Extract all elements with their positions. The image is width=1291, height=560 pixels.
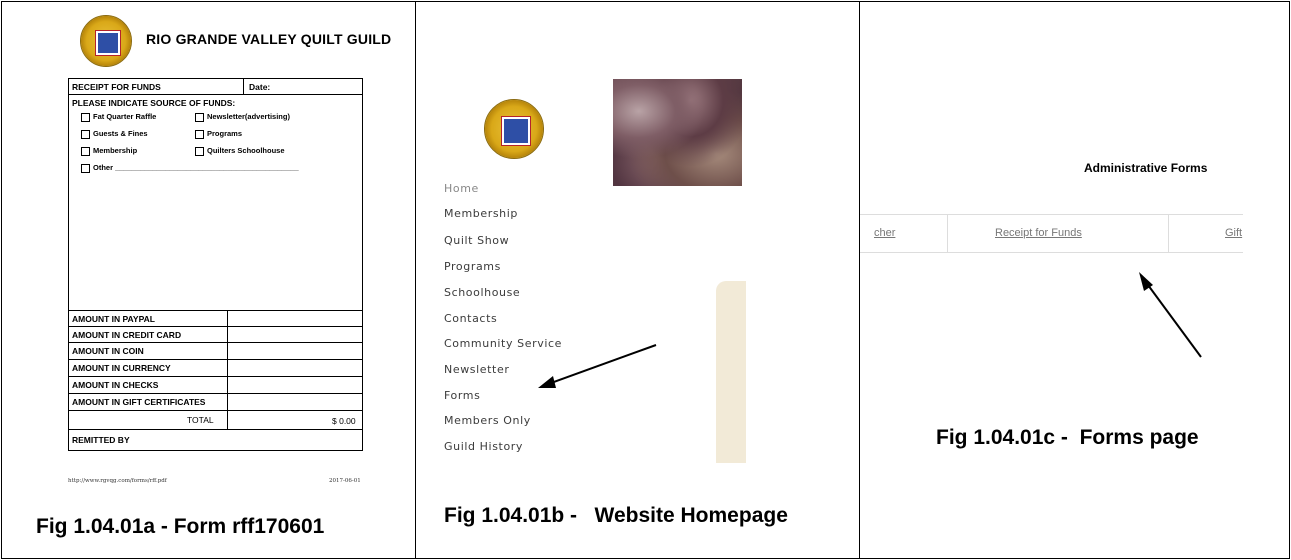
caption-fig-c: Fig 1.04.01c - Forms page bbox=[936, 426, 1199, 449]
amount-row: AMOUNT IN CHECKS bbox=[69, 376, 362, 393]
checkbox-fat-quarter[interactable]: Fat Quarter Raffle bbox=[81, 112, 156, 122]
source-section: PLEASE INDICATE SOURCE OF FUNDS: Fat Qua… bbox=[69, 94, 362, 310]
guild-title: RIO GRANDE VALLEY QUILT GUILD bbox=[146, 31, 392, 47]
checkbox-label: Fat Quarter Raffle bbox=[93, 112, 157, 121]
amount-label: AMOUNT IN GIFT CERTIFICATES bbox=[72, 397, 206, 407]
caption-fig-b: Fig 1.04.01b - Website Homepage bbox=[444, 504, 788, 527]
remitted-row: REMITTED BY bbox=[69, 429, 362, 451]
arrow-to-receipt-tab bbox=[1139, 272, 1202, 358]
source-label: PLEASE INDICATE SOURCE OF FUNDS: bbox=[72, 98, 236, 108]
receipt-form-panel: RIO GRANDE VALLEY QUILT GUILD RECEIPT FO… bbox=[2, 2, 415, 558]
checkbox-label: Guests & Fines bbox=[93, 129, 148, 138]
checkbox-newsletter[interactable]: Newsletter(advertising) bbox=[195, 112, 290, 122]
checkbox-other[interactable]: Other __________________________________… bbox=[81, 163, 299, 173]
amount-label: AMOUNT IN CREDIT CARD bbox=[72, 330, 182, 340]
date-label: Date: bbox=[249, 82, 271, 92]
amount-row: AMOUNT IN GIFT CERTIFICATES bbox=[69, 393, 362, 410]
total-label: TOTAL bbox=[187, 415, 214, 425]
checkbox-guests-fines[interactable]: Guests & Fines bbox=[81, 129, 148, 139]
amount-label: AMOUNT IN PAYPAL bbox=[72, 314, 155, 324]
homepage-panel: Home Membership Quilt Show Programs Scho… bbox=[416, 2, 859, 558]
arrow-to-forms bbox=[538, 344, 657, 388]
receipt-label: RECEIPT FOR FUNDS bbox=[72, 82, 161, 92]
caption-fig-a: Fig 1.04.01a - Form rff170601 bbox=[36, 515, 325, 538]
checkbox-label: Newsletter(advertising) bbox=[207, 112, 290, 121]
amount-row: AMOUNT IN CURRENCY bbox=[69, 359, 362, 376]
form-footer-url: http://www.rgvqg.com/forms/rff.pdf bbox=[68, 478, 167, 484]
amount-label: AMOUNT IN CURRENCY bbox=[72, 363, 171, 373]
checkbox-label: Membership bbox=[93, 146, 138, 155]
checkbox-label: Quilters Schoolhouse bbox=[207, 146, 285, 155]
checkbox-membership[interactable]: Membership bbox=[81, 146, 137, 156]
amount-row: AMOUNT IN PAYPAL bbox=[69, 310, 362, 326]
checkbox-label: Other __________________________________… bbox=[93, 163, 299, 172]
amount-row: AMOUNT IN CREDIT CARD bbox=[69, 326, 362, 342]
checkbox-schoolhouse[interactable]: Quilters Schoolhouse bbox=[195, 146, 285, 156]
amount-row: AMOUNT IN COIN bbox=[69, 342, 362, 359]
checkbox-programs[interactable]: Programs bbox=[195, 129, 242, 139]
amount-label: AMOUNT IN CHECKS bbox=[72, 380, 159, 390]
forms-page-panel: Administrative Forms cher Receipt for Fu… bbox=[860, 2, 1290, 558]
receipt-form: RECEIPT FOR FUNDS Date: PLEASE INDICATE … bbox=[68, 78, 363, 451]
total-value: $ 0.00 bbox=[332, 416, 356, 426]
amount-label: AMOUNT IN COIN bbox=[72, 346, 144, 356]
checkbox-label: Programs bbox=[207, 129, 243, 138]
figure-table: RIO GRANDE VALLEY QUILT GUILD RECEIPT FO… bbox=[1, 1, 1290, 559]
remitted-label: REMITTED BY bbox=[72, 435, 130, 445]
form-header: RIO GRANDE VALLEY QUILT GUILD bbox=[80, 15, 391, 67]
receipt-row: RECEIPT FOR FUNDS Date: bbox=[69, 79, 362, 94]
guild-seal-logo bbox=[80, 15, 132, 67]
amount-divider bbox=[227, 310, 228, 429]
total-row: TOTAL $ 0.00 bbox=[69, 410, 362, 429]
header-divider bbox=[243, 79, 244, 94]
form-footer-date: 2017-06-01 bbox=[329, 478, 361, 484]
